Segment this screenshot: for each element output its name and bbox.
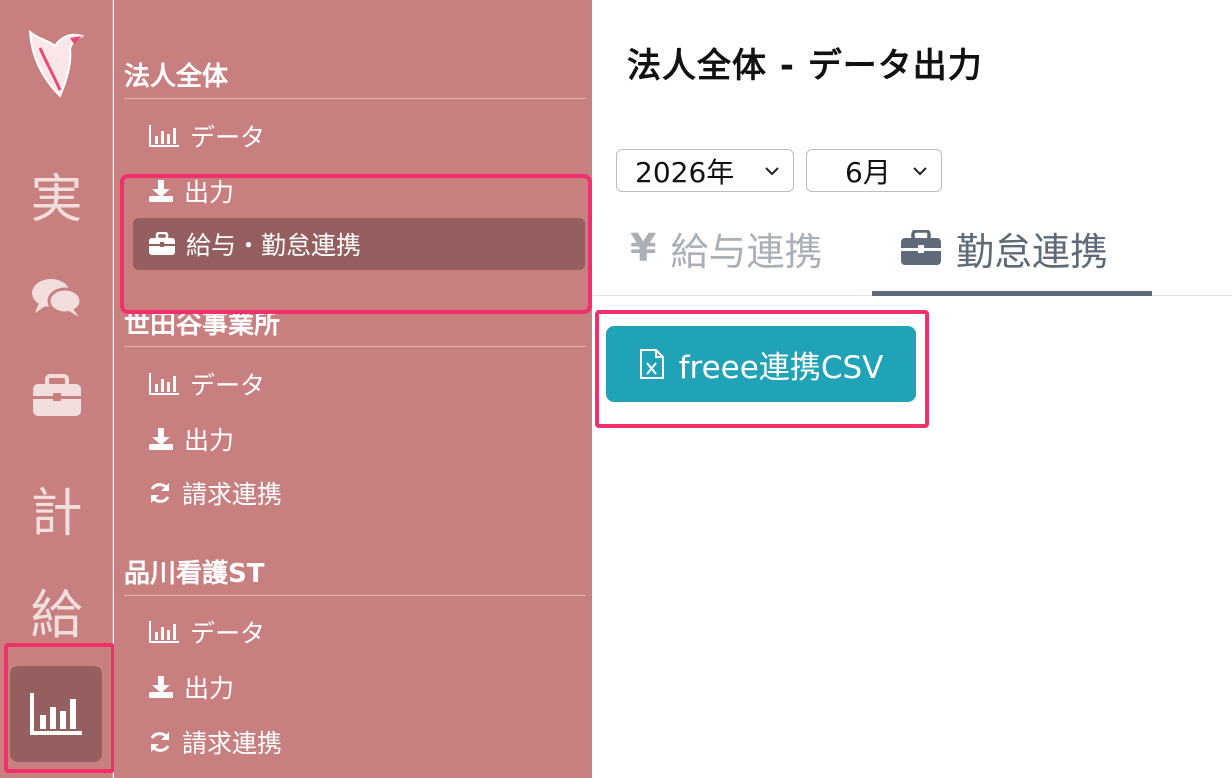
- nav-group-title: 法人全体: [124, 62, 586, 99]
- rail-item-label: 給: [30, 585, 83, 646]
- rail-item-keikaku[interactable]: 計: [0, 468, 113, 548]
- rail-item-briefcase[interactable]: [0, 356, 113, 436]
- nav-item-payroll-attendance[interactable]: 給与・勤怠連携: [148, 224, 361, 264]
- active-tab-indicator: [872, 291, 1152, 296]
- briefcase-icon: [149, 232, 175, 255]
- nav-item-data[interactable]: データ: [148, 364, 265, 404]
- bar-chart-icon: [149, 373, 179, 395]
- nav-item-label: 給与・勤怠連携: [186, 231, 362, 260]
- nav-item-label: 請求連携: [182, 729, 283, 758]
- excel-file-icon: [639, 349, 664, 379]
- month-select[interactable]: 6月: [806, 149, 942, 192]
- rail-item-label: 実: [30, 169, 83, 230]
- refresh-icon: [150, 732, 170, 752]
- nav-item-label: データ: [190, 123, 266, 152]
- nav-item-billing[interactable]: 請求連携: [148, 722, 282, 762]
- nav-item-label: 出力: [184, 178, 235, 207]
- button-label: freee連携CSV: [678, 349, 884, 386]
- download-icon: [149, 428, 173, 450]
- nav-item-label: データ: [190, 619, 266, 648]
- nav-panel: 法人全体 データ 出力 給与・勤怠連携 世田谷事業所 データ 出力 請求連携 品…: [114, 0, 592, 778]
- nav-item-label: データ: [190, 371, 266, 400]
- rail-item-label: 計: [30, 483, 83, 544]
- page-title: 法人全体 - データ出力: [627, 46, 983, 86]
- nav-group-title: 品川看護ST: [124, 559, 586, 596]
- freee-csv-button[interactable]: freee連携CSV: [606, 326, 916, 402]
- nav-item-data[interactable]: データ: [148, 612, 265, 652]
- nav-item-output[interactable]: 出力: [148, 667, 234, 707]
- bar-chart-icon: [149, 125, 179, 147]
- briefcase-icon: [901, 230, 941, 265]
- tab-label: 勤怠連携: [956, 229, 1109, 274]
- rail-item-data-active[interactable]: [10, 666, 102, 762]
- tab-attendance[interactable]: 勤怠連携: [900, 218, 1108, 278]
- bar-chart-icon: [30, 693, 82, 735]
- year-select[interactable]: 2026年: [616, 149, 794, 192]
- nav-item-label: 請求連携: [182, 480, 283, 509]
- bar-chart-icon: [149, 621, 179, 643]
- year-select-value: 2026年: [635, 155, 735, 189]
- download-icon: [149, 180, 173, 202]
- nav-item-label: 出力: [184, 674, 235, 703]
- nav-group-title: 世田谷事業所: [124, 310, 586, 347]
- nav-item-output[interactable]: 出力: [148, 171, 234, 211]
- bird-logo-icon[interactable]: [26, 26, 85, 98]
- nav-item-output[interactable]: 出力: [148, 419, 234, 459]
- chevron-down-icon: [765, 167, 779, 176]
- nav-item-billing[interactable]: 請求連携: [148, 473, 282, 513]
- rail-item-chat[interactable]: [0, 258, 113, 338]
- briefcase-icon: [32, 374, 81, 416]
- rail-item-jisseki[interactable]: 実: [0, 154, 113, 234]
- icon-rail: 実 計 給: [0, 0, 113, 778]
- rail-item-kyuyo[interactable]: 給: [0, 570, 113, 650]
- yen-icon: ¥: [630, 226, 657, 270]
- nav-item-label: 出力: [184, 426, 235, 455]
- month-select-value: 6月: [845, 155, 891, 189]
- tab-label: 給与連携: [670, 229, 823, 274]
- tab-payroll[interactable]: ¥ 給与連携: [630, 218, 822, 278]
- chat-icon: [31, 279, 82, 317]
- refresh-icon: [150, 483, 170, 503]
- nav-item-data[interactable]: データ: [148, 116, 265, 156]
- chevron-down-icon: [913, 167, 927, 176]
- download-icon: [149, 676, 173, 698]
